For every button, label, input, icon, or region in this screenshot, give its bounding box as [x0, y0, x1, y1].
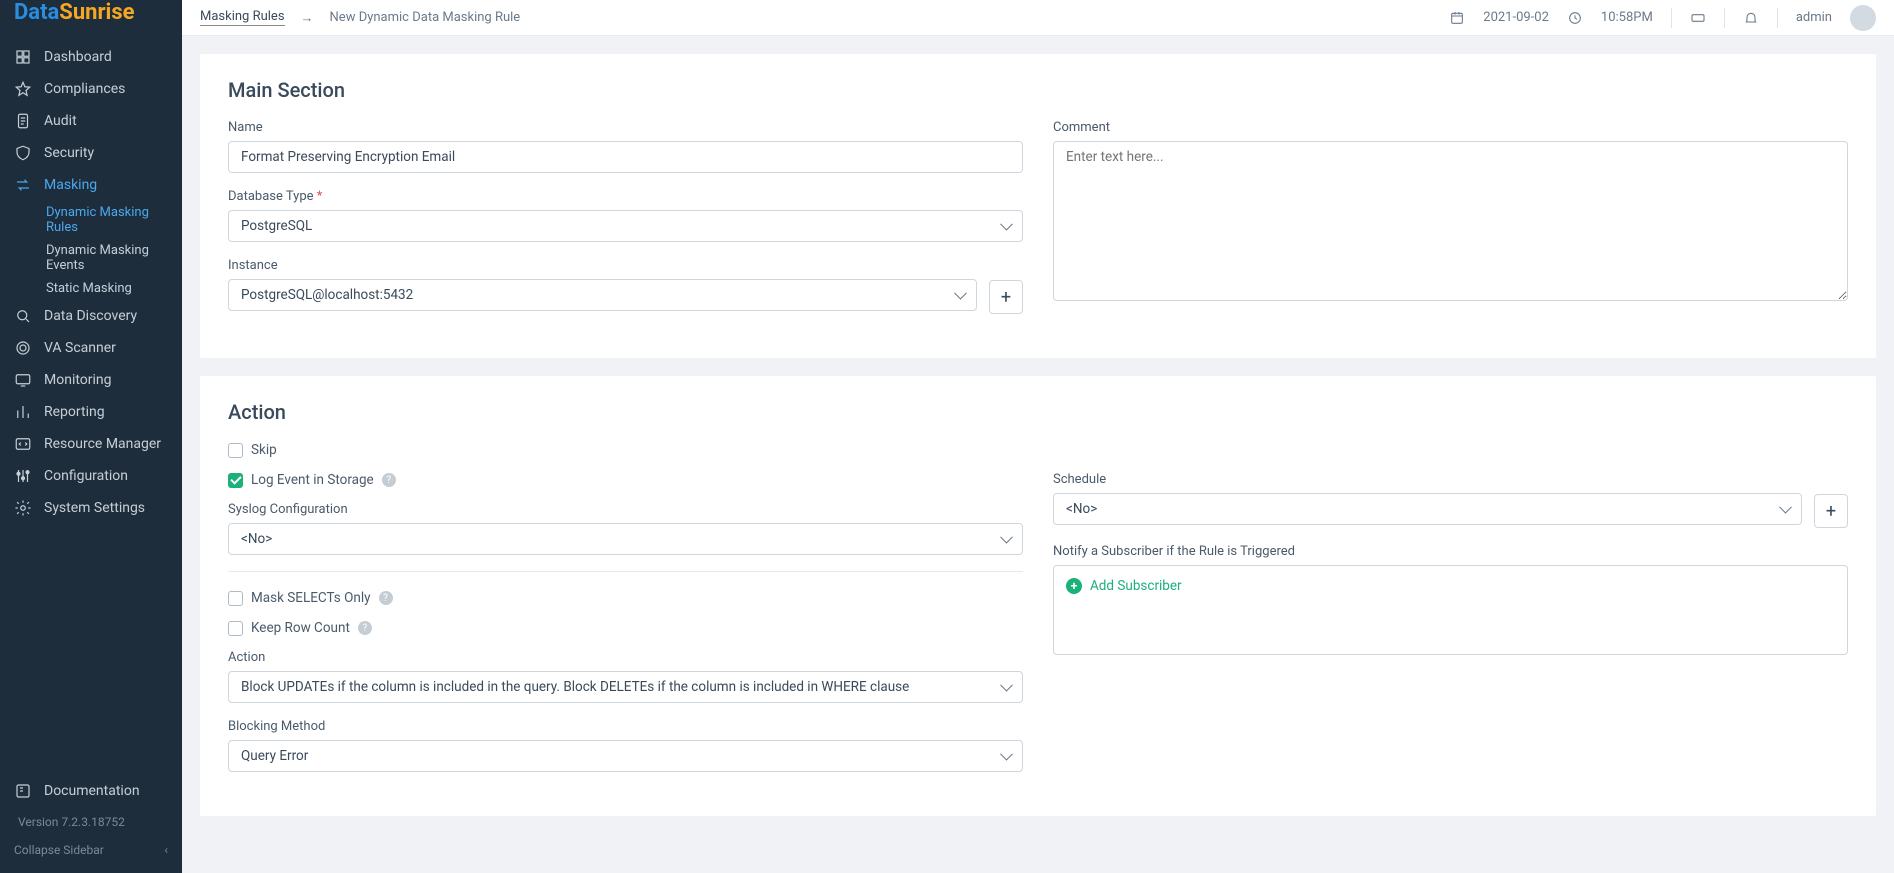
schedule-label: Schedule	[1053, 472, 1802, 487]
sidebar-item-va-scanner[interactable]: VA Scanner	[0, 332, 182, 364]
sidebar-item-monitoring[interactable]: Monitoring	[0, 364, 182, 396]
dbtype-select[interactable]: PostgreSQL	[228, 210, 1023, 242]
add-schedule-button[interactable]: +	[1814, 494, 1848, 528]
skip-checkbox[interactable]	[228, 443, 243, 458]
sidebar-subitem-dynamic-masking-events[interactable]: Dynamic Masking Events	[0, 239, 182, 277]
sidebar: DataSunrise DashboardCompliancesAuditSec…	[0, 0, 182, 873]
book-icon	[14, 782, 32, 800]
skip-label: Skip	[251, 442, 277, 458]
monitor-icon	[14, 371, 32, 389]
action-section-title: Action	[228, 400, 1848, 424]
calendar-icon	[1449, 10, 1465, 26]
mask-selects-checkbox[interactable]	[228, 591, 243, 606]
sliders-icon	[14, 467, 32, 485]
target-icon	[14, 339, 32, 357]
mask-selects-label: Mask SELECTs Only	[251, 590, 371, 606]
code-icon	[14, 435, 32, 453]
sidebar-item-security[interactable]: Security	[0, 137, 182, 169]
avatar[interactable]	[1850, 5, 1876, 31]
plus-circle-icon: +	[1066, 578, 1082, 594]
comment-textarea[interactable]	[1053, 141, 1848, 301]
collapse-sidebar[interactable]: Collapse Sidebar ‹	[0, 837, 182, 863]
grid-icon	[14, 48, 32, 66]
help-icon[interactable]: ?	[379, 591, 393, 605]
sidebar-item-compliances[interactable]: Compliances	[0, 73, 182, 105]
breadcrumb-current: New Dynamic Data Masking Rule	[330, 10, 521, 25]
sidebar-item-reporting[interactable]: Reporting	[0, 396, 182, 428]
sidebar-item-dashboard[interactable]: Dashboard	[0, 41, 182, 73]
breadcrumb-arrow: →	[301, 10, 314, 26]
help-icon[interactable]: ?	[358, 621, 372, 635]
chevron-left-icon: ‹	[164, 843, 168, 857]
gear-icon	[14, 499, 32, 517]
dbtype-label: Database Type *	[228, 189, 1023, 204]
add-instance-button[interactable]: +	[989, 280, 1023, 314]
topbar-time: 10:58PM	[1601, 10, 1653, 25]
search-icon	[14, 307, 32, 325]
add-subscriber-button[interactable]: + Add Subscriber	[1066, 578, 1835, 594]
keyboard-icon[interactable]	[1690, 10, 1706, 26]
topbar-date: 2021-09-02	[1483, 10, 1549, 25]
clock-icon	[1567, 10, 1583, 26]
blocking-label: Blocking Method	[228, 719, 1023, 734]
schedule-select[interactable]: <No>	[1053, 493, 1802, 525]
sidebar-item-masking[interactable]: Masking	[0, 169, 182, 201]
main-section-title: Main Section	[228, 78, 1848, 102]
sidebar-item-audit[interactable]: Audit	[0, 105, 182, 137]
help-icon[interactable]: ?	[382, 473, 396, 487]
instance-label: Instance	[228, 258, 977, 273]
syslog-label: Syslog Configuration	[228, 502, 1023, 517]
log-event-label: Log Event in Storage	[251, 472, 374, 488]
star-icon	[14, 80, 32, 98]
topbar-user[interactable]: admin	[1796, 10, 1832, 25]
keep-row-checkbox[interactable]	[228, 621, 243, 636]
bell-icon[interactable]	[1743, 10, 1759, 26]
topbar: Masking Rules → New Dynamic Data Masking…	[182, 0, 1894, 36]
keep-row-label: Keep Row Count	[251, 620, 350, 636]
syslog-select[interactable]: <No>	[228, 523, 1023, 555]
logo: DataSunrise	[0, 0, 182, 31]
log-event-checkbox[interactable]	[228, 473, 243, 488]
sidebar-item-system-settings[interactable]: System Settings	[0, 492, 182, 524]
action-select[interactable]: Block UPDATEs if the column is included …	[228, 671, 1023, 703]
instance-select[interactable]: PostgreSQL@localhost:5432	[228, 279, 977, 311]
sidebar-item-documentation[interactable]: Documentation	[0, 775, 182, 807]
swap-icon	[14, 176, 32, 194]
comment-label: Comment	[1053, 120, 1848, 135]
sidebar-subitem-static-masking[interactable]: Static Masking	[0, 277, 182, 300]
notify-label: Notify a Subscriber if the Rule is Trigg…	[1053, 544, 1848, 559]
sidebar-item-configuration[interactable]: Configuration	[0, 460, 182, 492]
name-input[interactable]	[228, 141, 1023, 173]
sidebar-item-data-discovery[interactable]: Data Discovery	[0, 300, 182, 332]
version-label: Version 7.2.3.18752	[0, 807, 182, 837]
action-label: Action	[228, 650, 1023, 665]
blocking-select[interactable]: Query Error	[228, 740, 1023, 772]
notify-box: + Add Subscriber	[1053, 565, 1848, 655]
shield-icon	[14, 144, 32, 162]
sidebar-item-resource-manager[interactable]: Resource Manager	[0, 428, 182, 460]
name-label: Name	[228, 120, 1023, 135]
sidebar-subitem-dynamic-masking-rules[interactable]: Dynamic Masking Rules	[0, 201, 182, 239]
doc-icon	[14, 112, 32, 130]
action-section-panel: Action Skip Log Event in Storage ? Syslo…	[200, 376, 1876, 816]
bars-icon	[14, 403, 32, 421]
breadcrumb-parent[interactable]: Masking Rules	[200, 9, 285, 26]
main-section-panel: Main Section Name Database Type * Postgr…	[200, 54, 1876, 358]
